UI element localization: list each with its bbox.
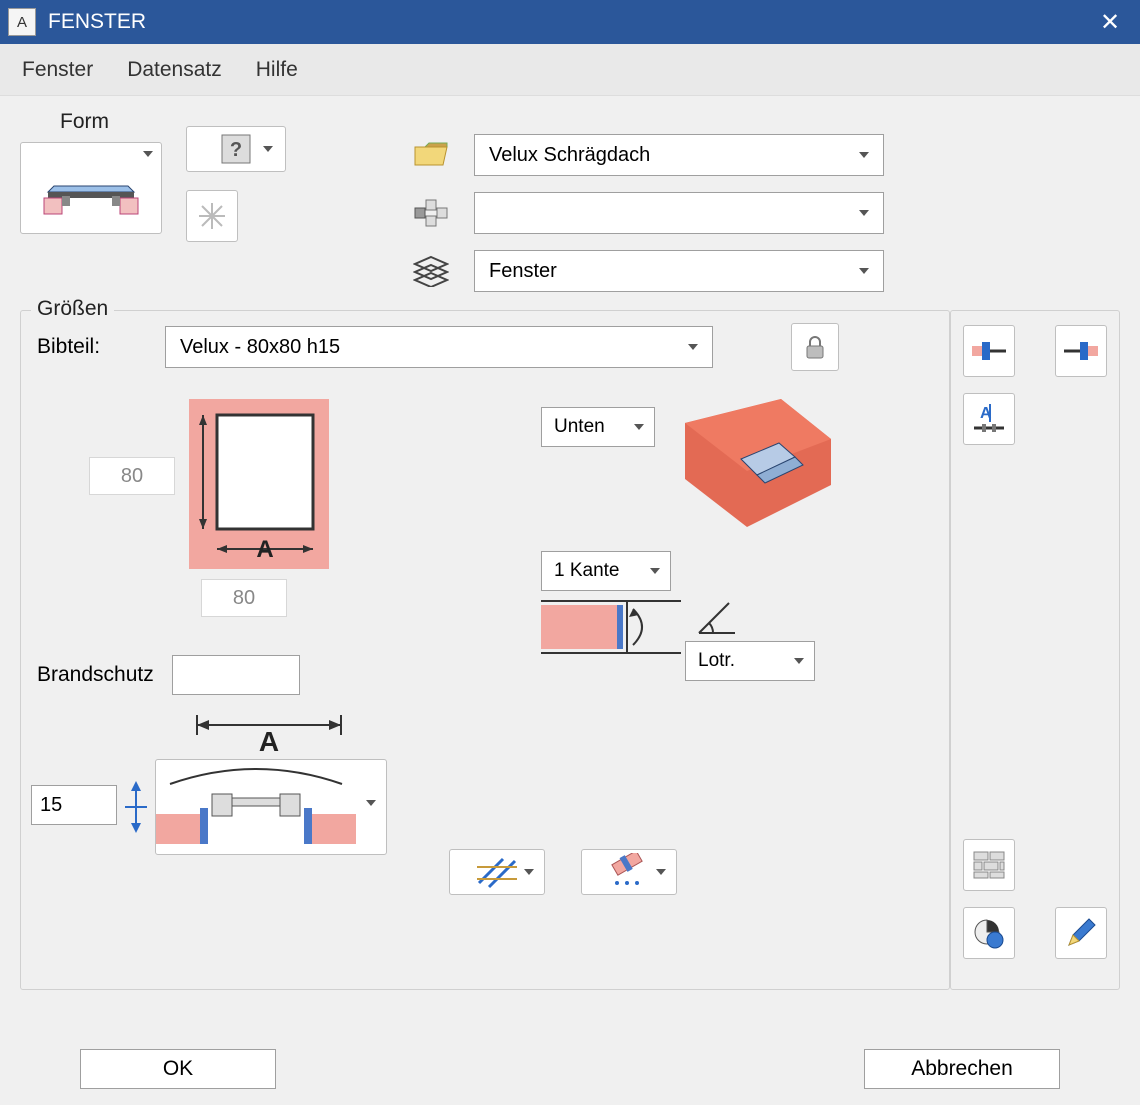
question-box-icon: ? (219, 132, 253, 166)
a-span-diagram: A (189, 703, 349, 757)
footer: OK Abbrechen (0, 1049, 1140, 1089)
align-right-button[interactable] (1055, 325, 1107, 377)
sizes-group: Größen Bibteil: Velux - 80x80 h15 80 (20, 310, 950, 990)
title-bar: A FENSTER ✕ (0, 0, 1140, 44)
hatch-icon (475, 855, 519, 889)
layer-combo[interactable]: Fenster (474, 250, 884, 292)
chevron-down-icon (634, 424, 644, 430)
freeze-button[interactable] (186, 190, 238, 242)
pie-search-icon (971, 916, 1007, 950)
cancel-button[interactable]: Abbrechen (864, 1049, 1060, 1089)
height-input[interactable] (31, 785, 117, 825)
form-preview-dropdown[interactable] (20, 142, 162, 234)
align-left-icon (970, 336, 1008, 366)
profile-dropdown[interactable] (155, 759, 387, 855)
bibteil-combo[interactable]: Velux - 80x80 h15 (165, 326, 713, 368)
angle-select-value: Lotr. (698, 650, 735, 672)
group-combo[interactable] (474, 192, 884, 234)
client-area: Form ? (0, 96, 1140, 1105)
edge-select-value: 1 Kante (554, 560, 620, 582)
bibteil-value: Velux - 80x80 h15 (180, 336, 340, 359)
height-dim-icon (121, 779, 151, 835)
cut-icon (607, 853, 651, 891)
layer-combo-value: Fenster (489, 260, 557, 283)
width-readonly: 80 (201, 579, 287, 617)
chevron-down-icon (366, 800, 376, 806)
ok-button[interactable]: OK (80, 1049, 276, 1089)
chevron-down-icon (794, 658, 804, 664)
layers-icon (410, 250, 452, 292)
menu-bar: Fenster Datensatz Hilfe (0, 44, 1140, 96)
chevron-down-icon (650, 568, 660, 574)
folder-combo[interactable]: Velux Schrägdach (474, 134, 884, 176)
menu-hilfe[interactable]: Hilfe (256, 58, 298, 82)
help-shape-dropdown[interactable]: ? (186, 126, 286, 172)
align-left-button[interactable] (963, 325, 1015, 377)
iso-preview (685, 399, 831, 527)
edit-button[interactable] (1055, 907, 1107, 959)
bibteil-label: Bibteil: (37, 335, 153, 359)
side-panel: A (950, 310, 1120, 990)
angle-icon (695, 597, 739, 637)
group-icon (410, 192, 452, 234)
side-select[interactable]: Unten (541, 407, 655, 447)
edge-select[interactable]: 1 Kante (541, 551, 671, 591)
align-right-icon (1062, 336, 1100, 366)
chevron-down-icon (688, 344, 698, 350)
chevron-down-icon (143, 151, 153, 157)
folder-combo-value: Velux Schrägdach (489, 144, 650, 167)
ok-label: OK (163, 1057, 193, 1081)
cut-dropdown[interactable] (581, 849, 677, 895)
label-a-icon: A (970, 402, 1008, 436)
close-icon[interactable]: ✕ (1088, 8, 1132, 37)
edge-diagram (541, 597, 681, 657)
profile-icon (156, 760, 356, 854)
color-button[interactable] (963, 907, 1015, 959)
svg-text:?: ? (230, 139, 242, 161)
chevron-down-icon (859, 152, 869, 158)
svg-text:A: A (256, 536, 273, 563)
frame-diagram: A (189, 399, 329, 569)
lock-icon (803, 334, 827, 360)
top-row: ? (20, 134, 1120, 292)
sizes-legend: Größen (31, 297, 114, 321)
lock-button[interactable] (791, 323, 839, 371)
menu-fenster[interactable]: Fenster (22, 58, 93, 82)
chevron-down-icon (656, 869, 666, 875)
angle-select[interactable]: Lotr. (685, 641, 815, 681)
chevron-down-icon (859, 210, 869, 216)
brick-icon (972, 850, 1006, 880)
chevron-down-icon (859, 268, 869, 274)
cancel-label: Abbrechen (911, 1057, 1013, 1081)
height-readonly: 80 (89, 457, 175, 495)
form-preview-icon (36, 160, 146, 216)
hatch-dropdown[interactable] (449, 849, 545, 895)
chevron-down-icon (524, 869, 534, 875)
window-title: FENSTER (48, 10, 1088, 34)
label-a-button[interactable]: A (963, 393, 1015, 445)
svg-text:A: A (259, 726, 279, 757)
app-icon: A (8, 8, 36, 36)
snowflake-icon (197, 201, 227, 231)
menu-datensatz[interactable]: Datensatz (127, 58, 222, 82)
side-select-value: Unten (554, 416, 605, 438)
chevron-down-icon (263, 146, 273, 152)
folder-icon (410, 134, 452, 176)
wall-button[interactable] (963, 839, 1015, 891)
pencil-icon (1065, 917, 1097, 949)
